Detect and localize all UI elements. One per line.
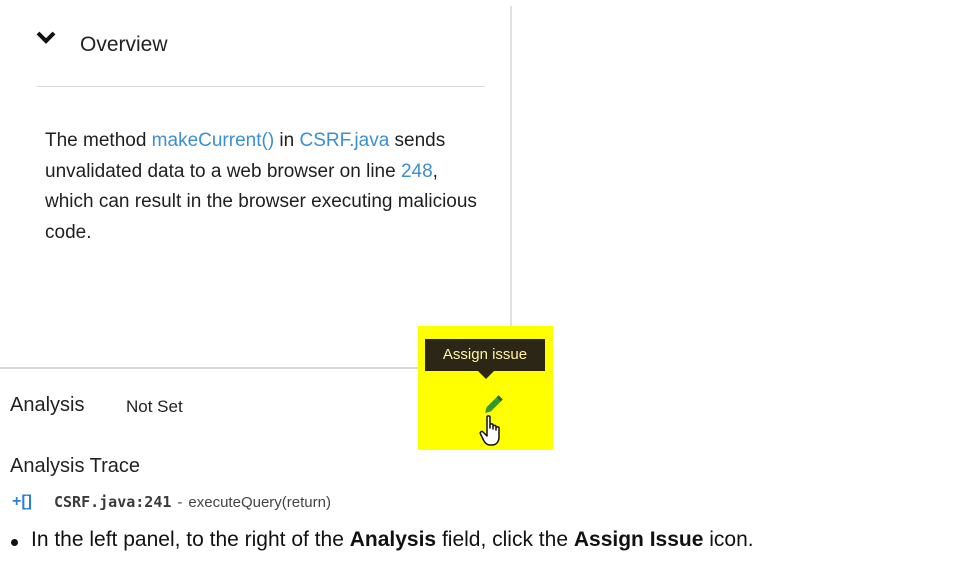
file-link[interactable]: CSRF.java [300, 130, 390, 151]
instruction-bold: Assign Issue [573, 528, 704, 551]
trace-separator: - [177, 493, 183, 511]
method-link[interactable]: makeCurrent() [152, 130, 274, 151]
desc-text: The method [45, 130, 152, 151]
overview-description: The method makeCurrent() in CSRF.java se… [45, 126, 485, 248]
analysis-label: Analysis [10, 394, 85, 416]
instruction-bold: Analysis [349, 528, 437, 551]
trace-item[interactable]: +[] CSRF.java:241 - executeQuery(return) [12, 491, 331, 513]
instruction-part: field, click the [436, 528, 574, 551]
instruction-part: icon. [703, 528, 754, 551]
analysis-value: Not Set [126, 397, 183, 416]
instruction-part: In the left panel, to the right of the [31, 528, 350, 551]
tooltip-arrow [478, 371, 494, 379]
return-arrow-icon: +[] [12, 493, 32, 510]
assign-issue-tooltip: Assign issue [425, 339, 545, 371]
hand-cursor-icon [479, 415, 500, 446]
line-link[interactable]: 248 [401, 161, 433, 182]
trace-call: executeQuery(return) [188, 493, 331, 511]
overview-divider [37, 86, 485, 87]
chevron-down-icon[interactable] [34, 28, 58, 48]
trace-file-link[interactable]: CSRF.java:241 [54, 493, 171, 511]
analysis-trace-title: Analysis Trace [10, 455, 141, 477]
overview-heading[interactable]: Overview [80, 33, 168, 57]
bullet-icon [11, 539, 18, 546]
pencil-icon[interactable] [484, 393, 506, 413]
panel-divider [510, 6, 512, 368]
instruction-text: In the left panel, to the right of the A… [31, 528, 754, 552]
desc-text: in [274, 130, 300, 151]
